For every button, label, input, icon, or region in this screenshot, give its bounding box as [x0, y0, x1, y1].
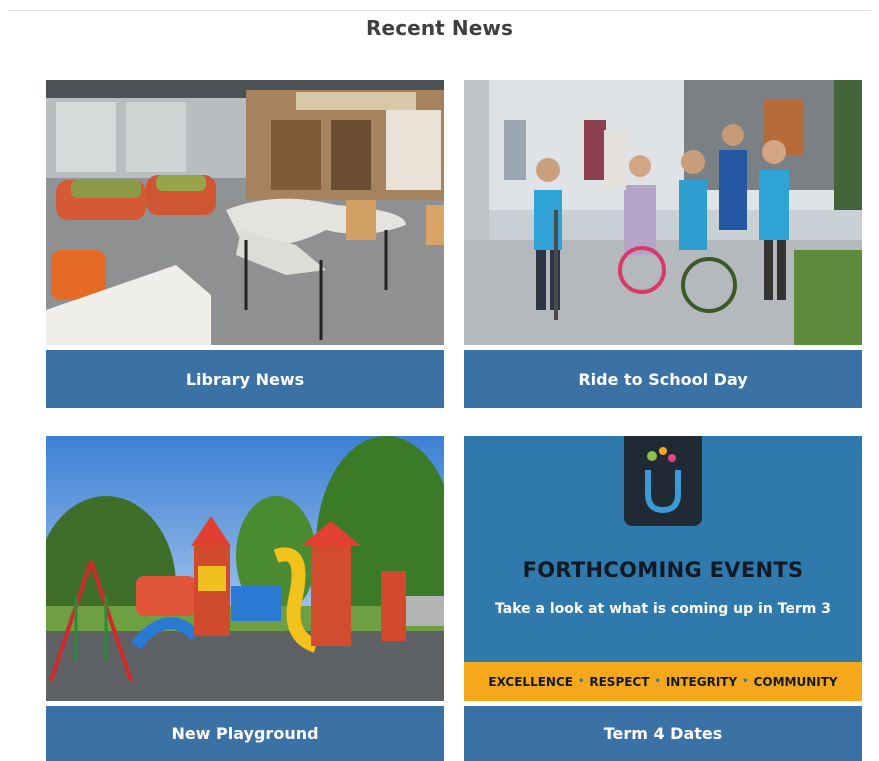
forthcoming-events-banner[interactable]: FORTHCOMING EVENTS Take a look at what i… [464, 436, 862, 701]
ride-to-school-photo[interactable] [464, 80, 862, 345]
top-divider [8, 10, 871, 11]
news-card-playground[interactable]: New Playground [46, 436, 444, 761]
news-card-ride-to-school[interactable]: Ride to School Day [464, 80, 862, 408]
value-community: COMMUNITY [753, 674, 838, 689]
ride-to-school-link[interactable]: Ride to School Day [464, 350, 862, 408]
library-photo[interactable] [46, 80, 444, 345]
value-separator-3: • [742, 676, 749, 687]
events-subtitle: Take a look at what is coming up in Term… [495, 601, 831, 617]
new-playground-link[interactable]: New Playground [46, 706, 444, 761]
events-title: FORTHCOMING EVENTS [522, 558, 804, 582]
value-respect: RESPECT [589, 674, 650, 689]
term-4-dates-link[interactable]: Term 4 Dates [464, 706, 862, 761]
value-excellence: EXCELLENCE [488, 674, 573, 689]
school-values-strip: EXCELLENCE • RESPECT • INTEGRITY • COMMU… [464, 662, 862, 701]
news-card-library[interactable]: Library News [46, 80, 444, 408]
value-integrity: INTEGRITY [665, 674, 738, 689]
value-separator-1: • [577, 676, 585, 687]
school-logo [624, 436, 702, 526]
news-card-term-dates[interactable]: FORTHCOMING EVENTS Take a look at what i… [464, 436, 862, 761]
playground-photo[interactable] [46, 436, 444, 701]
value-separator-2: • [654, 676, 661, 687]
library-news-link[interactable]: Library News [46, 350, 444, 408]
section-title: Recent News [366, 16, 513, 40]
